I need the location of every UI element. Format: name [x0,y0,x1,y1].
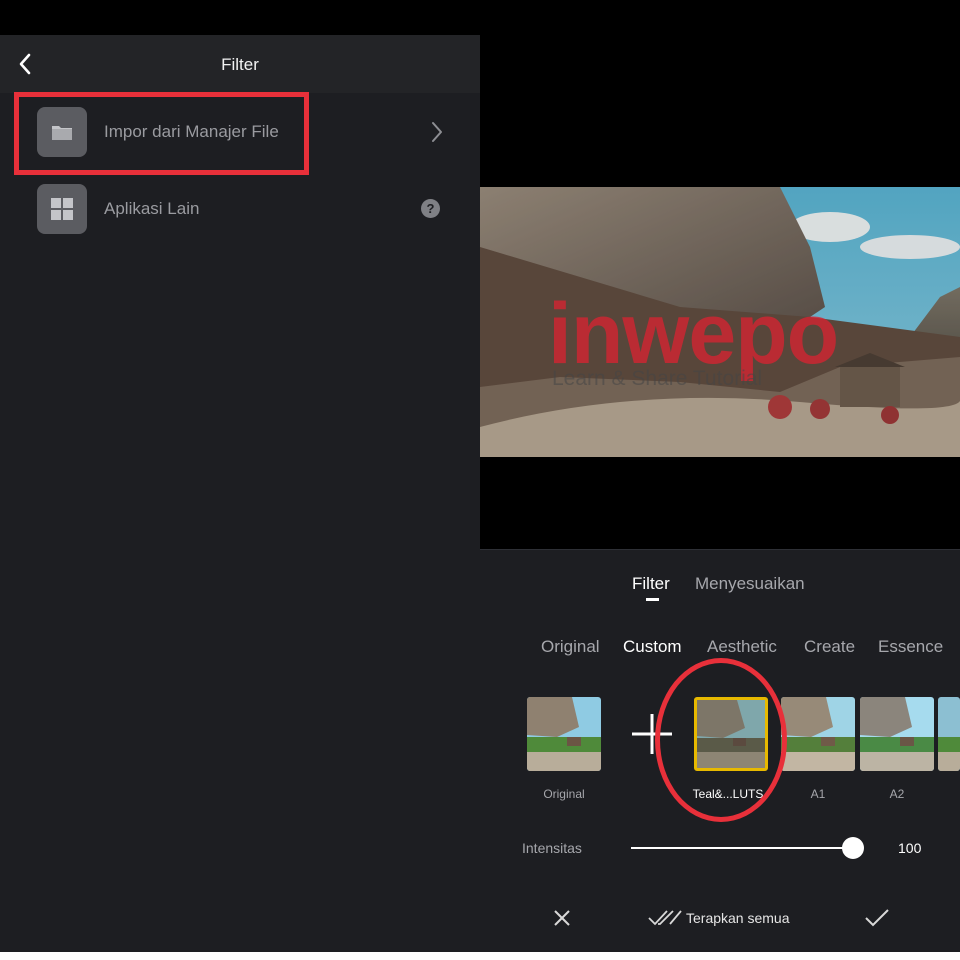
intensity-value: 100 [898,840,922,856]
filter-thumb-a2[interactable] [860,697,934,771]
category-aesthetic[interactable]: Aesthetic [707,637,777,657]
double-check-icon [648,910,682,926]
watermark: inwepo Learn & Share Tutorial [548,286,928,391]
filter-thumb-next[interactable] [938,697,960,771]
watermark-subtitle: Learn & Share Tutorial [552,367,763,390]
filter-editor: Filter Menyesuaikan Original Custom Aest… [480,549,960,952]
category-custom[interactable]: Custom [623,637,682,657]
intensity-slider-track[interactable] [631,847,853,849]
video-preview: inwepo Learn & Share Tutorial [480,187,960,457]
apps-grid-icon [37,184,87,234]
intensity-slider-handle[interactable] [842,837,864,859]
annotation-highlight-box [14,92,309,175]
chevron-right-icon [430,120,444,149]
help-icon[interactable]: ? [421,199,440,218]
active-tab-indicator [646,598,659,601]
filter-editor-panel: inwepo Learn & Share Tutorial Filter Men… [480,0,960,952]
apply-all-label: Terapkan semua [686,910,790,926]
category-essence[interactable]: Essence [878,637,943,657]
header-bar: Filter [0,35,480,93]
filter-thumb-a1[interactable] [781,697,855,771]
watermark-title: inwepo [548,286,839,382]
check-icon[interactable] [864,908,890,933]
intensity-label: Intensitas [522,840,582,856]
tab-adjust[interactable]: Menyesuaikan [695,574,805,594]
annotation-highlight-circle [655,658,787,822]
tab-filter[interactable]: Filter [632,574,670,594]
import-filter-panel: Filter Impor dari Manajer File Aplikasi … [0,0,480,952]
category-create[interactable]: Create [804,637,855,657]
close-icon[interactable] [552,908,572,933]
category-original[interactable]: Original [541,637,600,657]
filter-label-a1: A1 [810,787,826,801]
filter-label-a2: A2 [889,787,905,801]
filter-label-original: Original [543,787,585,801]
status-bar [0,0,480,35]
other-apps-label: Aplikasi Lain [104,199,200,218]
other-apps-item[interactable]: Aplikasi Lain ? [0,174,480,244]
page-title: Filter [221,55,259,74]
filter-thumb-original[interactable] [527,697,601,771]
